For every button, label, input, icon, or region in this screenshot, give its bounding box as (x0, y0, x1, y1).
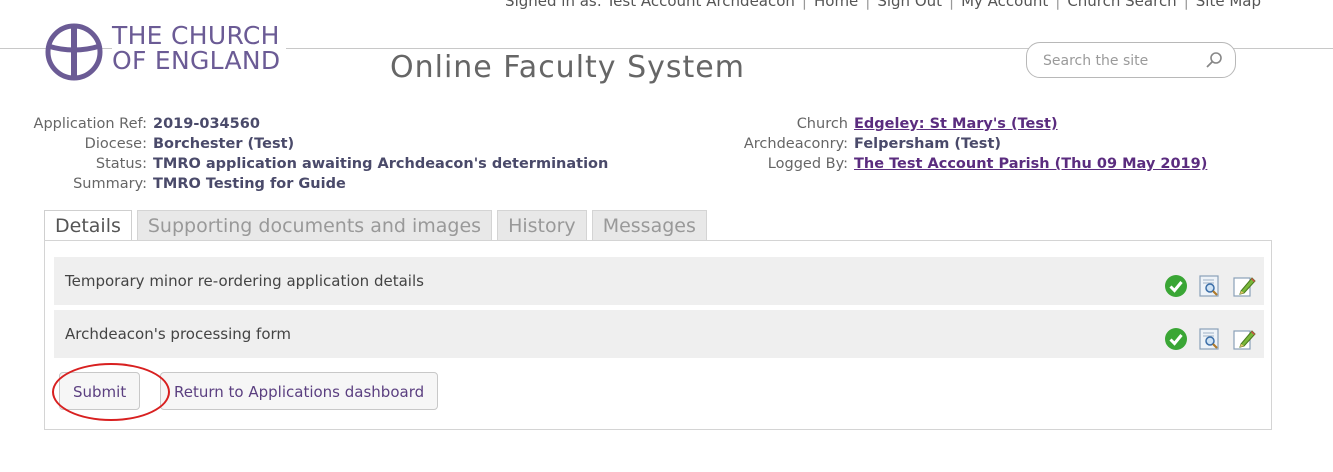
item-label: Temporary minor re-ordering application … (65, 272, 424, 290)
nav-site-map-link[interactable]: Site Map (1196, 0, 1261, 10)
application-ref-label: Application Ref: (33, 116, 147, 132)
nav-home-link[interactable]: Home (814, 0, 858, 10)
return-to-dashboard-button[interactable]: Return to Applications dashboard (160, 372, 439, 410)
application-ref-value: 2019-034560 (153, 116, 260, 132)
view-icon[interactable] (1198, 322, 1222, 350)
view-icon[interactable] (1198, 269, 1222, 297)
church-link[interactable]: Edgeley: St Mary's (Test) (854, 114, 1058, 134)
tab-bar: Details Supporting documents and images … (44, 210, 712, 242)
logo-line-1: THE CHURCH (112, 23, 286, 48)
logged-by-link[interactable]: The Test Account Parish (Thu 09 May 2019… (854, 154, 1207, 174)
summary-value: TMRO Testing for Guide (153, 176, 346, 192)
application-meta-right: Church Edgeley: St Mary's (Test) Archdeac… (650, 114, 1208, 174)
nav-sign-out-link[interactable]: Sign Out (877, 0, 942, 10)
diocese-label: Diocese: (84, 136, 147, 152)
nav-church-search-link[interactable]: Church Search (1067, 0, 1176, 10)
edit-icon[interactable] (1232, 269, 1256, 297)
tab-history[interactable]: History (497, 210, 587, 241)
status-value: TMRO application awaiting Archdeacon's d… (153, 156, 609, 172)
signed-in-text: Signed in as: Test Account Archdeacon (505, 0, 795, 10)
tab-messages[interactable]: Messages (591, 210, 707, 241)
tab-details[interactable]: Details (44, 210, 132, 242)
highlight-circle (52, 363, 170, 421)
tab-supporting-documents[interactable]: Supporting documents and images (136, 210, 493, 241)
item-label: Archdeacon's processing form (65, 325, 292, 343)
complete-check-icon (1164, 269, 1188, 297)
edit-icon[interactable] (1232, 322, 1256, 350)
summary-label: Summary: (73, 176, 147, 192)
diocese-value: Borchester (Test) (153, 136, 295, 152)
application-meta-left: Application Ref: 2019-034560 Diocese: Borc… (5, 114, 609, 194)
logged-by-label: Logged By: (767, 156, 848, 172)
complete-check-icon (1164, 322, 1188, 350)
logo-text[interactable]: THE CHURCH OF ENGLAND (112, 23, 287, 73)
details-panel: Temporary minor re-ordering application … (44, 240, 1272, 430)
status-label: Status: (95, 156, 147, 172)
church-label: Church (796, 116, 848, 132)
top-navigation: Signed in as: Test Account Archdeacon | Ho… (505, 0, 1261, 10)
logo-line-2: OF ENGLAND (112, 48, 287, 73)
site-search (1026, 42, 1236, 78)
list-item: Temporary minor re-ordering application … (54, 257, 1264, 305)
list-item: Archdeacon's processing form (54, 310, 1264, 358)
page-title: Online Faculty System (390, 50, 745, 85)
magnifier-icon[interactable] (1205, 51, 1223, 69)
search-input[interactable] (1041, 49, 1195, 73)
archdeaconry-value: Felpersham (Test) (854, 136, 1001, 152)
archdeaconry-label: Archdeaconry: (743, 136, 848, 152)
church-of-england-logo-icon[interactable] (44, 22, 104, 82)
nav-my-account-link[interactable]: My Account (961, 0, 1048, 10)
